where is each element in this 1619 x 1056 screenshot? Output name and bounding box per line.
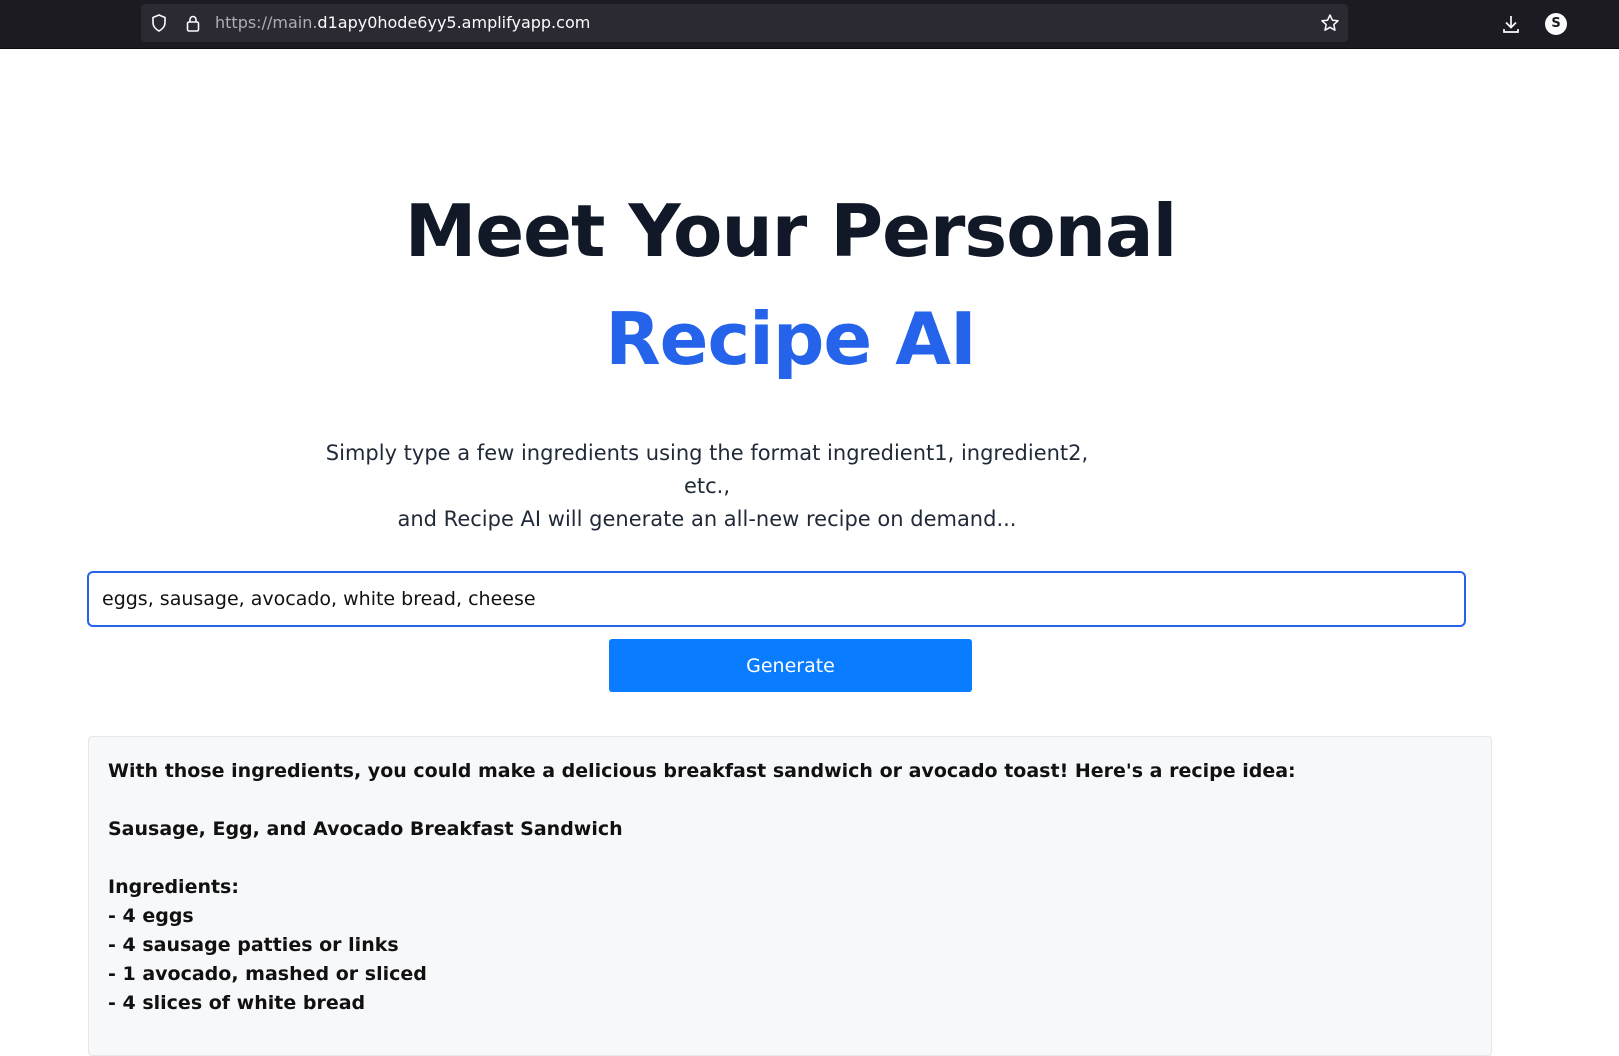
address-bar[interactable]: https://main.d1apy0hode6yy5.amplifyapp.c… bbox=[141, 4, 1348, 42]
profile-avatar-icon[interactable]: S bbox=[1545, 13, 1567, 35]
ingredient-item: - 4 slices of white bread bbox=[108, 992, 366, 1014]
recipe-intro: With those ingredients, you could make a… bbox=[108, 760, 1296, 782]
shield-icon[interactable] bbox=[149, 13, 169, 33]
subtitle: Simply type a few ingredients using the … bbox=[307, 437, 1107, 536]
download-icon[interactable] bbox=[1500, 13, 1522, 35]
lock-icon[interactable] bbox=[183, 13, 203, 33]
ingredient-item: - 4 sausage patties or links bbox=[108, 934, 399, 956]
ingredients-heading: Ingredients: bbox=[108, 876, 239, 898]
subtitle-line-1: Simply type a few ingredients using the … bbox=[325, 441, 1089, 498]
ingredient-item: - 1 avocado, mashed or sliced bbox=[108, 963, 427, 985]
generate-button[interactable]: Generate bbox=[609, 639, 972, 692]
browser-toolbar: https://main.d1apy0hode6yy5.amplifyapp.c… bbox=[0, 0, 1619, 49]
recipe-title: Sausage, Egg, and Avocado Breakfast Sand… bbox=[108, 818, 623, 840]
url-text[interactable]: https://main.d1apy0hode6yy5.amplifyapp.c… bbox=[215, 13, 590, 33]
url-host: d1apy0hode6yy5.amplifyapp.com bbox=[317, 13, 591, 32]
url-scheme: https://main. bbox=[215, 13, 318, 32]
ingredient-item: - 4 eggs bbox=[108, 905, 194, 927]
hero-title-accent: Recipe AI bbox=[605, 297, 977, 381]
hero-title: Meet Your Personal bbox=[404, 189, 1178, 273]
recipe-result-panel: With those ingredients, you could make a… bbox=[88, 736, 1492, 1056]
ingredients-input[interactable] bbox=[87, 571, 1466, 627]
bookmark-star-icon[interactable] bbox=[1320, 13, 1340, 33]
subtitle-line-2: and Recipe AI will generate an all-new r… bbox=[397, 507, 1017, 531]
